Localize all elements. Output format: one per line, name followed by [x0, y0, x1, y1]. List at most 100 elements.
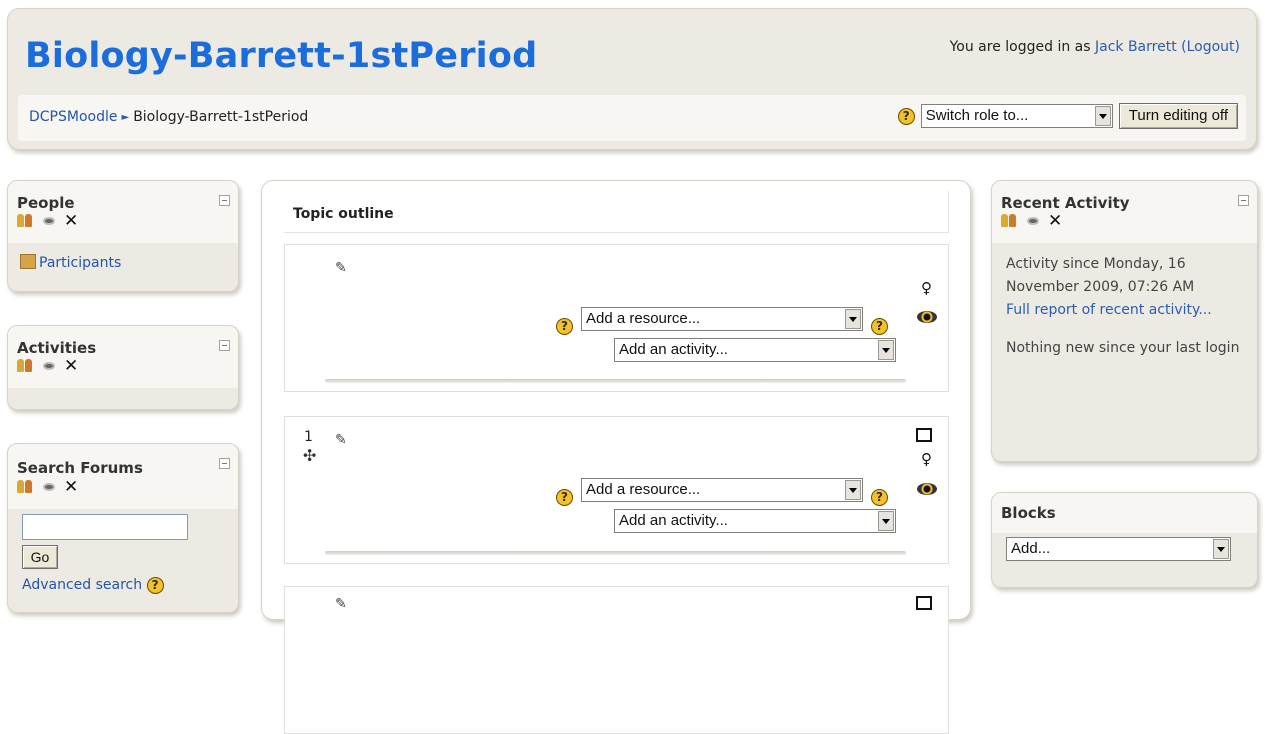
- add-activity-value: Add an activity...: [619, 341, 728, 358]
- collapse-icon[interactable]: [219, 458, 230, 469]
- block-controls: ✕: [17, 358, 78, 375]
- block-controls: ✕: [17, 479, 78, 496]
- add-activity-value: Add an activity...: [619, 512, 728, 529]
- breadcrumb-current: Biology-Barrett-1stPeriod: [133, 109, 309, 125]
- highlight-bulb-icon[interactable]: ♀: [921, 281, 932, 296]
- help-icon[interactable]: ?: [897, 107, 915, 125]
- search-forums-block-header: Search Forums ✕: [8, 444, 238, 509]
- add-resource-select[interactable]: Add a resource...: [581, 478, 863, 502]
- add-activity-select[interactable]: Add an activity...: [614, 338, 896, 362]
- participants-icon: [20, 254, 36, 269]
- collapse-icon[interactable]: [1238, 195, 1249, 206]
- search-forums-block: Search Forums ✕ Go Advanced search ?: [7, 443, 239, 613]
- collapse-icon[interactable]: [219, 340, 230, 351]
- section-divider: [325, 551, 906, 555]
- add-resource-select[interactable]: Add a resource...: [581, 307, 863, 331]
- roles-icon[interactable]: [17, 214, 34, 228]
- hide-eye-icon[interactable]: [43, 483, 55, 491]
- people-block: People ✕ Participants: [7, 180, 239, 292]
- move-icon[interactable]: ✣: [303, 448, 316, 464]
- blocks-block: Blocks Add...: [991, 492, 1258, 588]
- help-icon[interactable]: ?: [556, 489, 573, 506]
- edit-summary-icon[interactable]: ✎: [335, 433, 349, 447]
- turn-editing-off-button[interactable]: Turn editing off: [1118, 103, 1238, 129]
- block-title: People: [17, 194, 75, 212]
- block-controls: ✕: [17, 213, 78, 230]
- navbar: DCPSMoodle ► Biology-Barrett-1stPeriod ? S…: [18, 95, 1246, 141]
- add-activity-select[interactable]: Add an activity...: [614, 509, 896, 533]
- full-report-link[interactable]: Full report of recent activity...: [1006, 299, 1243, 322]
- login-info: You are logged in as Jack Barrett (Logou…: [950, 39, 1240, 55]
- block-title: Recent Activity: [1001, 194, 1130, 212]
- roles-icon[interactable]: [17, 480, 34, 494]
- chevron-down-icon[interactable]: [878, 511, 894, 531]
- section-number: 1: [304, 429, 313, 445]
- highlight-checkbox-icon[interactable]: [916, 428, 932, 442]
- chevron-down-icon[interactable]: [845, 480, 861, 500]
- help-icon[interactable]: ?: [556, 318, 573, 335]
- breadcrumb-separator-icon: ►: [121, 112, 130, 123]
- switch-role-value: Switch role to...: [925, 107, 1029, 124]
- highlight-checkbox-icon[interactable]: [916, 596, 932, 610]
- course-content: Topic outline ✎ ♀ ? Add a resource... ? …: [261, 180, 971, 734]
- edit-summary-icon[interactable]: ✎: [335, 261, 349, 275]
- hide-section-eye-icon[interactable]: [917, 483, 937, 495]
- delete-icon[interactable]: ✕: [1048, 213, 1062, 230]
- hide-section-eye-icon[interactable]: [917, 311, 937, 323]
- edit-summary-icon[interactable]: ✎: [335, 597, 349, 611]
- roles-icon[interactable]: [1001, 214, 1018, 228]
- logout-link[interactable]: (Logout): [1181, 39, 1240, 55]
- login-prefix: You are logged in as: [949, 39, 1095, 55]
- advanced-search: Advanced search ?: [22, 577, 164, 594]
- block-title: Activities: [17, 339, 97, 357]
- delete-icon[interactable]: ✕: [64, 213, 78, 230]
- block-title: Search Forums: [17, 459, 143, 477]
- user-profile-link[interactable]: Jack Barrett: [1095, 39, 1177, 55]
- block-controls: ✕: [1001, 213, 1062, 230]
- add-resource-value: Add a resource...: [586, 310, 701, 327]
- search-forums-input[interactable]: [22, 514, 188, 540]
- add-block-value: Add...: [1011, 540, 1051, 557]
- delete-icon[interactable]: ✕: [64, 358, 78, 375]
- course-section: 1 ✣ ✎ ♀ ? Add a resource... ? Add an act…: [284, 416, 949, 564]
- block-title: Blocks: [1001, 504, 1056, 522]
- collapse-icon[interactable]: [219, 195, 230, 206]
- chevron-down-icon[interactable]: [845, 309, 861, 329]
- hide-eye-icon[interactable]: [1027, 217, 1039, 225]
- chevron-down-icon[interactable]: [1213, 539, 1229, 559]
- help-icon[interactable]: ?: [871, 318, 888, 335]
- people-block-body: Participants: [8, 243, 238, 271]
- roles-icon[interactable]: [17, 359, 34, 373]
- course-section: ✎ ♀ ? Add a resource... ? Add an activit…: [284, 244, 949, 392]
- topic-outline-header: Topic outline: [284, 191, 949, 233]
- nothing-new-text: Nothing new since your last login: [1006, 340, 1240, 356]
- blocks-block-header: Blocks: [992, 493, 1257, 533]
- highlight-bulb-icon[interactable]: ♀: [921, 452, 932, 467]
- course-section: ✎: [284, 586, 949, 734]
- help-icon[interactable]: ?: [871, 489, 888, 506]
- recent-activity-block: Recent Activity ✕ Activity since Monday,…: [991, 180, 1258, 462]
- go-button[interactable]: Go: [22, 545, 58, 569]
- activities-block: Activities ✕: [7, 325, 239, 410]
- section-divider: [325, 379, 906, 383]
- topic-outline-title: Topic outline: [293, 206, 394, 222]
- add-block-select[interactable]: Add...: [1006, 537, 1231, 561]
- breadcrumb-home-link[interactable]: DCPSMoodle: [29, 109, 117, 125]
- hide-eye-icon[interactable]: [43, 362, 55, 370]
- delete-icon[interactable]: ✕: [64, 479, 78, 496]
- breadcrumb: DCPSMoodle ► Biology-Barrett-1stPeriod: [29, 109, 308, 125]
- people-block-header: People ✕: [8, 181, 238, 243]
- hide-eye-icon[interactable]: [43, 217, 55, 225]
- activities-block-header: Activities ✕: [8, 326, 238, 388]
- advanced-search-link[interactable]: Advanced search: [22, 577, 142, 593]
- chevron-down-icon[interactable]: [878, 340, 894, 360]
- chevron-down-icon[interactable]: [1094, 106, 1111, 126]
- participants-link[interactable]: Participants: [39, 255, 121, 271]
- switch-role-select[interactable]: Switch role to...: [920, 104, 1113, 128]
- activity-since-text: Activity since Monday, 16 November 2009,…: [1006, 256, 1195, 295]
- add-resource-value: Add a resource...: [586, 481, 701, 498]
- site-title: Biology-Barrett-1stPeriod: [25, 36, 538, 76]
- recent-activity-block-header: Recent Activity ✕: [992, 181, 1257, 243]
- nav-controls: ? Switch role to... Turn editing off: [897, 103, 1238, 129]
- help-icon[interactable]: ?: [146, 577, 164, 594]
